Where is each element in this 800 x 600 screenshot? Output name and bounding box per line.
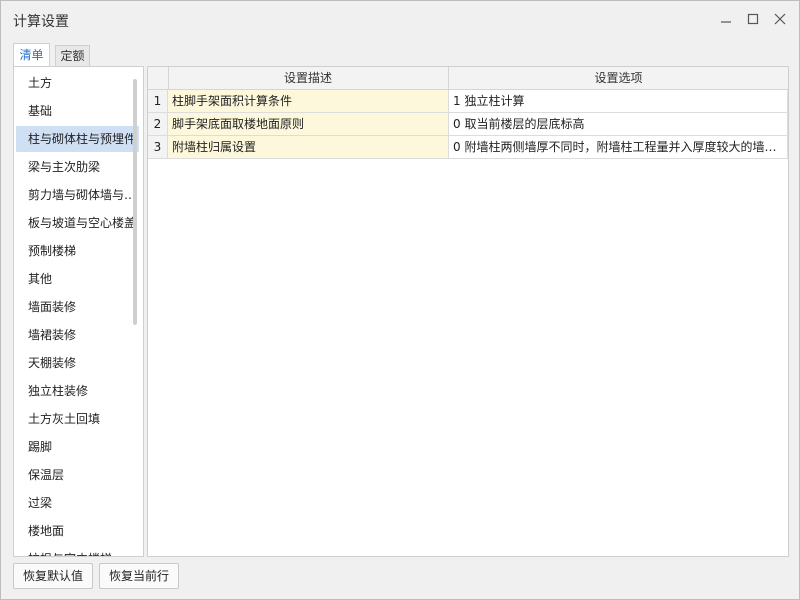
window-title: 计算设置 (13, 14, 69, 30)
tab-quota[interactable]: 定额 (55, 45, 90, 67)
list-item[interactable]: 墙裙装修 (16, 322, 139, 348)
column-header-option[interactable]: 设置选项 (449, 67, 788, 89)
title-bar[interactable]: 计算设置 (1, 1, 799, 39)
list-item[interactable]: 预制楼梯 (16, 238, 139, 264)
setting-description: 柱脚手架面积计算条件 (168, 90, 449, 112)
minimize-button[interactable] (715, 9, 739, 31)
list-item[interactable]: 基础 (16, 98, 139, 124)
list-item[interactable]: 踢脚 (16, 434, 139, 460)
list-item[interactable]: 板与坡道与空心楼盖 (16, 210, 139, 236)
list-item[interactable]: 剪力墙与砌体墙与保温墙 (16, 182, 139, 208)
list-item[interactable]: 土方灰土回填 (16, 406, 139, 432)
close-button[interactable] (769, 9, 793, 31)
list-item[interactable]: 独立柱装修 (16, 378, 139, 404)
row-number-header (148, 67, 169, 89)
setting-option[interactable]: 0 附墙柱两侧墙厚不同时，附墙柱工程量并入厚度较大的墙体工程量中 (449, 136, 788, 158)
list-item[interactable]: 楼地面 (16, 518, 139, 544)
maximize-button[interactable] (742, 9, 766, 31)
row-number: 2 (148, 113, 168, 135)
setting-description: 附墙柱归属设置 (168, 136, 449, 158)
table-row[interactable]: 1 柱脚手架面积计算条件 1 独立柱计算 (148, 90, 788, 113)
list-item[interactable]: 墙面装修 (16, 294, 139, 320)
calc-settings-window: 计算设置 清单 定额 土方 基础 柱与砌体柱与预埋件 梁与主次肋梁 剪力墙与砌体… (0, 0, 800, 600)
maximize-icon (747, 13, 759, 25)
column-header-description[interactable]: 设置描述 (168, 67, 449, 89)
table-row[interactable]: 3 附墙柱归属设置 0 附墙柱两侧墙厚不同时，附墙柱工程量并入厚度较大的墙体工程… (148, 136, 788, 159)
list-item[interactable]: 保温层 (16, 462, 139, 488)
close-icon (774, 13, 786, 25)
table-row[interactable]: 2 脚手架底面取楼地面原则 0 取当前楼层的层底标高 (148, 113, 788, 136)
list-item[interactable]: 土方 (16, 70, 139, 96)
list-item[interactable]: 梁与主次肋梁 (16, 154, 139, 180)
list-item-selected[interactable]: 柱与砌体柱与预埋件 (16, 126, 139, 152)
row-number: 3 (148, 136, 168, 158)
list-item[interactable]: 过梁 (16, 490, 139, 516)
category-list: 土方 基础 柱与砌体柱与预埋件 梁与主次肋梁 剪力墙与砌体墙与保温墙 板与坡道与… (13, 66, 144, 557)
restore-current-row-button[interactable]: 恢复当前行 (99, 563, 179, 589)
restore-default-button[interactable]: 恢复默认值 (13, 563, 93, 589)
setting-option[interactable]: 0 取当前楼层的层底标高 (449, 113, 788, 135)
settings-grid: 设置描述 设置选项 1 柱脚手架面积计算条件 1 独立柱计算 2 脚手架底面取楼… (147, 66, 789, 557)
minimize-icon (721, 21, 731, 23)
setting-description: 脚手架底面取楼地面原则 (168, 113, 449, 135)
list-item[interactable]: 天棚装修 (16, 350, 139, 376)
list-item[interactable]: 其他 (16, 266, 139, 292)
grid-header: 设置描述 设置选项 (148, 67, 788, 90)
row-number: 1 (148, 90, 168, 112)
list-item[interactable]: 拉根与室内楼梯 (16, 546, 139, 556)
setting-option[interactable]: 1 独立柱计算 (449, 90, 788, 112)
tab-bill[interactable]: 清单 (13, 43, 50, 67)
list-scrollbar[interactable] (133, 79, 137, 325)
